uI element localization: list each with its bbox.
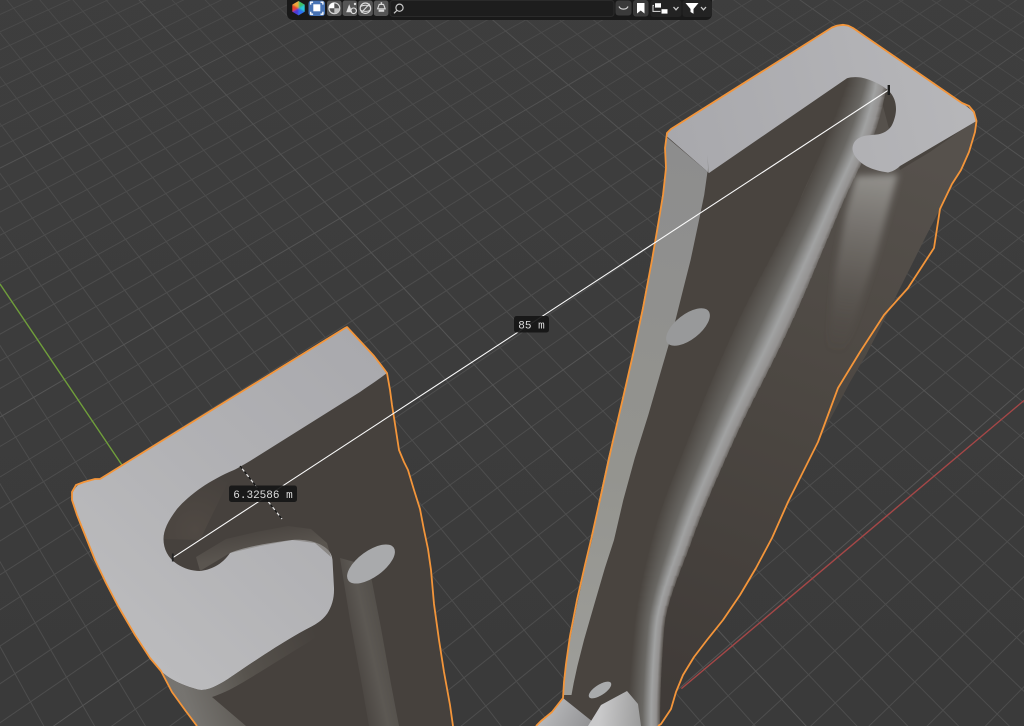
svg-text:6.32586 m: 6.32586 m xyxy=(233,490,293,502)
svg-text:85 m: 85 m xyxy=(518,320,545,332)
